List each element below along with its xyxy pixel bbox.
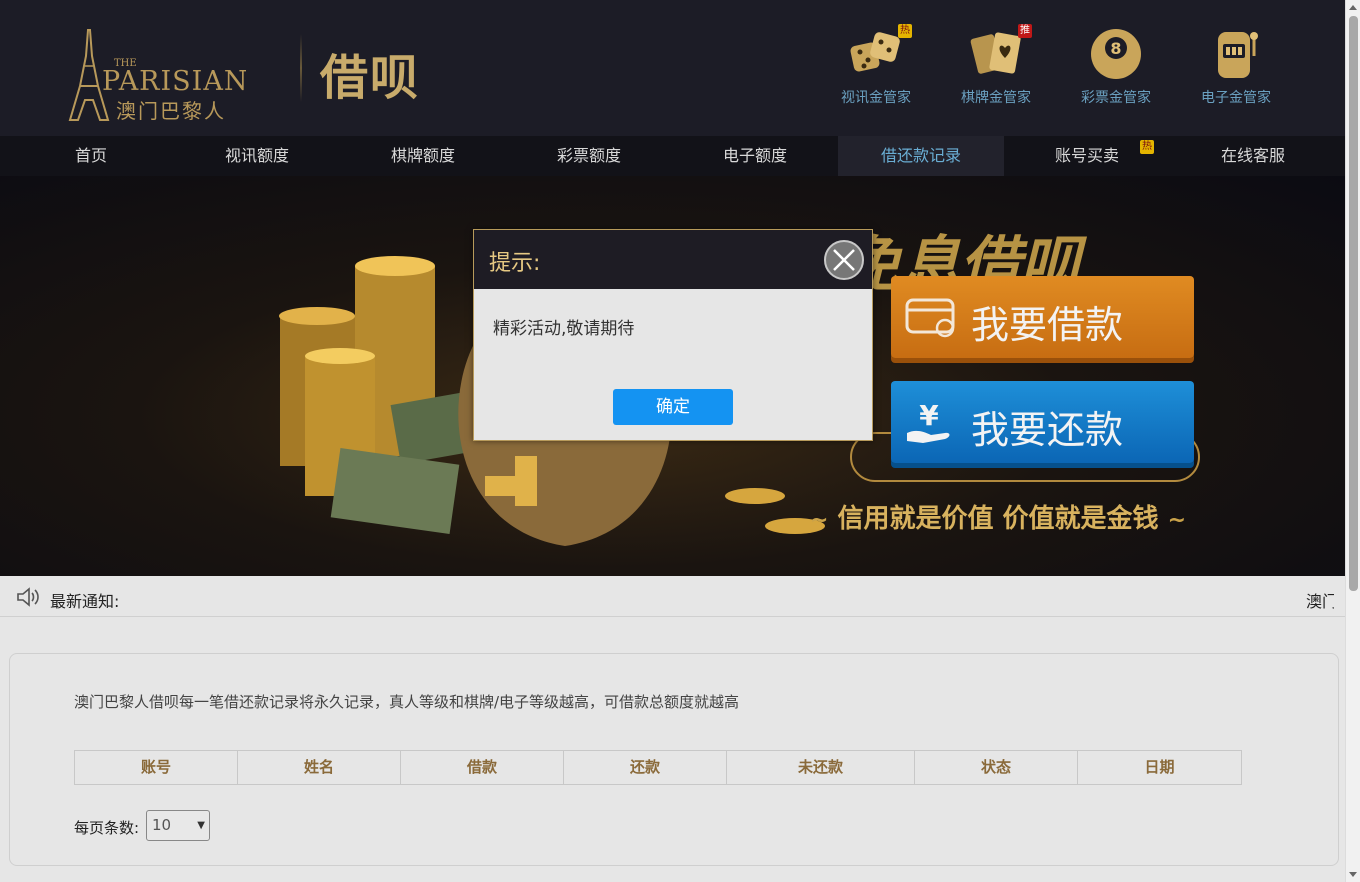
dialog-title: 提示: [489,251,541,276]
alert-dialog: 提示: 精彩活动,敬请期待 确定 [473,229,873,441]
page-scrollbar[interactable] [1345,0,1360,882]
dialog-ok-button[interactable]: 确定 [613,389,733,425]
dialog-close-button[interactable] [824,240,864,280]
dialog-header: 提示: [474,230,872,289]
scroll-down-arrow-icon[interactable] [1349,872,1357,877]
dialog-message: 精彩活动,敬请期待 [493,319,635,339]
scroll-thumb[interactable] [1349,16,1358,591]
scroll-up-arrow-icon[interactable] [1349,5,1357,10]
close-icon [833,249,855,271]
modal-overlay [0,0,1345,882]
